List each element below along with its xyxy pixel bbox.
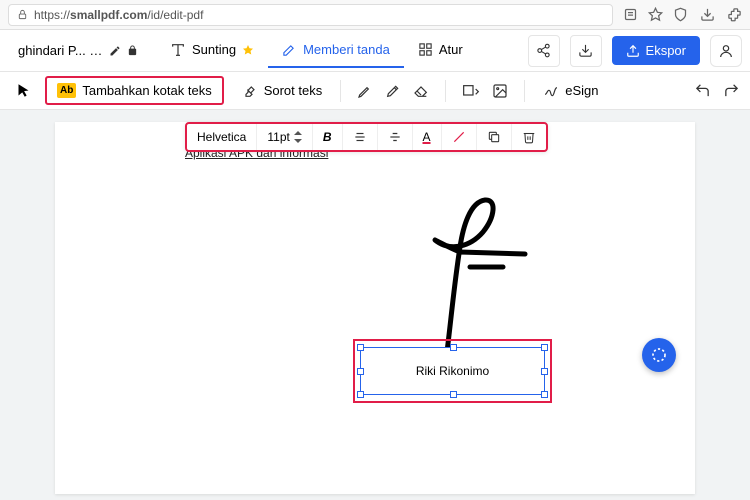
shield-icon[interactable] — [673, 7, 688, 22]
marker-tool[interactable] — [385, 83, 401, 99]
redo-button[interactable] — [723, 82, 740, 99]
organize-tab-icon — [418, 42, 433, 57]
textbox-selection[interactable]: Riki Rikonimo — [360, 347, 545, 395]
canvas-area: Helvetica 11pt B A Aplikasi APK dari inf… — [0, 110, 750, 500]
bold-button[interactable]: B — [313, 124, 343, 150]
resize-handle[interactable] — [357, 344, 364, 351]
text-color-button[interactable]: A — [413, 124, 442, 150]
font-select[interactable]: Helvetica — [187, 124, 257, 150]
resize-handle[interactable] — [357, 368, 364, 375]
shape-tool[interactable] — [462, 83, 480, 99]
share-button[interactable] — [528, 35, 560, 67]
highlight-text-button[interactable]: Sorot teks — [232, 78, 333, 104]
resize-handle[interactable] — [541, 344, 548, 351]
resize-handle[interactable] — [357, 391, 364, 398]
url-text: https://smallpdf.com/id/edit-pdf — [34, 8, 203, 22]
font-size-stepper[interactable]: 11pt — [257, 124, 312, 150]
pen-tool[interactable] — [357, 83, 373, 99]
border-color-button[interactable] — [442, 124, 477, 150]
align-button[interactable] — [343, 124, 378, 150]
account-button[interactable] — [710, 35, 742, 67]
markup-tab-icon — [282, 42, 297, 57]
download-button[interactable] — [570, 35, 602, 67]
extension-icon[interactable] — [727, 7, 742, 22]
esign-button[interactable]: eSign — [533, 78, 608, 104]
text-format-toolbar: Helvetica 11pt B A — [185, 122, 548, 152]
edit-tab-icon — [170, 42, 186, 58]
pdf-page[interactable]: Helvetica 11pt B A Aplikasi APK dari inf… — [55, 122, 695, 494]
image-tool[interactable] — [492, 83, 508, 99]
add-textbox-button[interactable]: Ab Tambahkan kotak teks — [45, 76, 224, 105]
lock-small-icon — [127, 45, 138, 56]
tab-markup[interactable]: Memberi tanda — [268, 34, 404, 68]
resize-handle[interactable] — [450, 391, 457, 398]
textbox-content[interactable]: Riki Rikonimo — [416, 364, 489, 378]
resize-handle[interactable] — [450, 344, 457, 351]
tab-organize[interactable]: Atur — [404, 34, 477, 68]
esign-icon — [543, 83, 559, 99]
eraser-tool[interactable] — [413, 83, 429, 99]
star-badge-icon — [242, 44, 254, 56]
pencil-icon — [109, 45, 121, 57]
highlighter-icon — [242, 83, 258, 99]
undo-button[interactable] — [694, 82, 711, 99]
resize-handle[interactable] — [541, 368, 548, 375]
help-fab[interactable] — [642, 338, 676, 372]
cursor-tool[interactable] — [10, 79, 37, 102]
strikethrough-button[interactable] — [378, 124, 413, 150]
textbox-ab-icon: Ab — [57, 83, 76, 98]
download-icon[interactable] — [700, 7, 715, 22]
duplicate-button[interactable] — [477, 124, 512, 150]
document-tab[interactable]: ghindari P... .pdf — [8, 43, 148, 58]
reader-icon[interactable] — [623, 7, 638, 22]
url-bar[interactable]: https://smallpdf.com/id/edit-pdf — [8, 4, 613, 26]
resize-handle[interactable] — [541, 391, 548, 398]
delete-button[interactable] — [512, 124, 546, 150]
bookmark-star-icon[interactable] — [648, 7, 663, 22]
tab-edit[interactable]: Sunting — [156, 34, 268, 68]
export-button[interactable]: Ekspor — [612, 36, 700, 65]
lock-icon — [17, 9, 28, 20]
